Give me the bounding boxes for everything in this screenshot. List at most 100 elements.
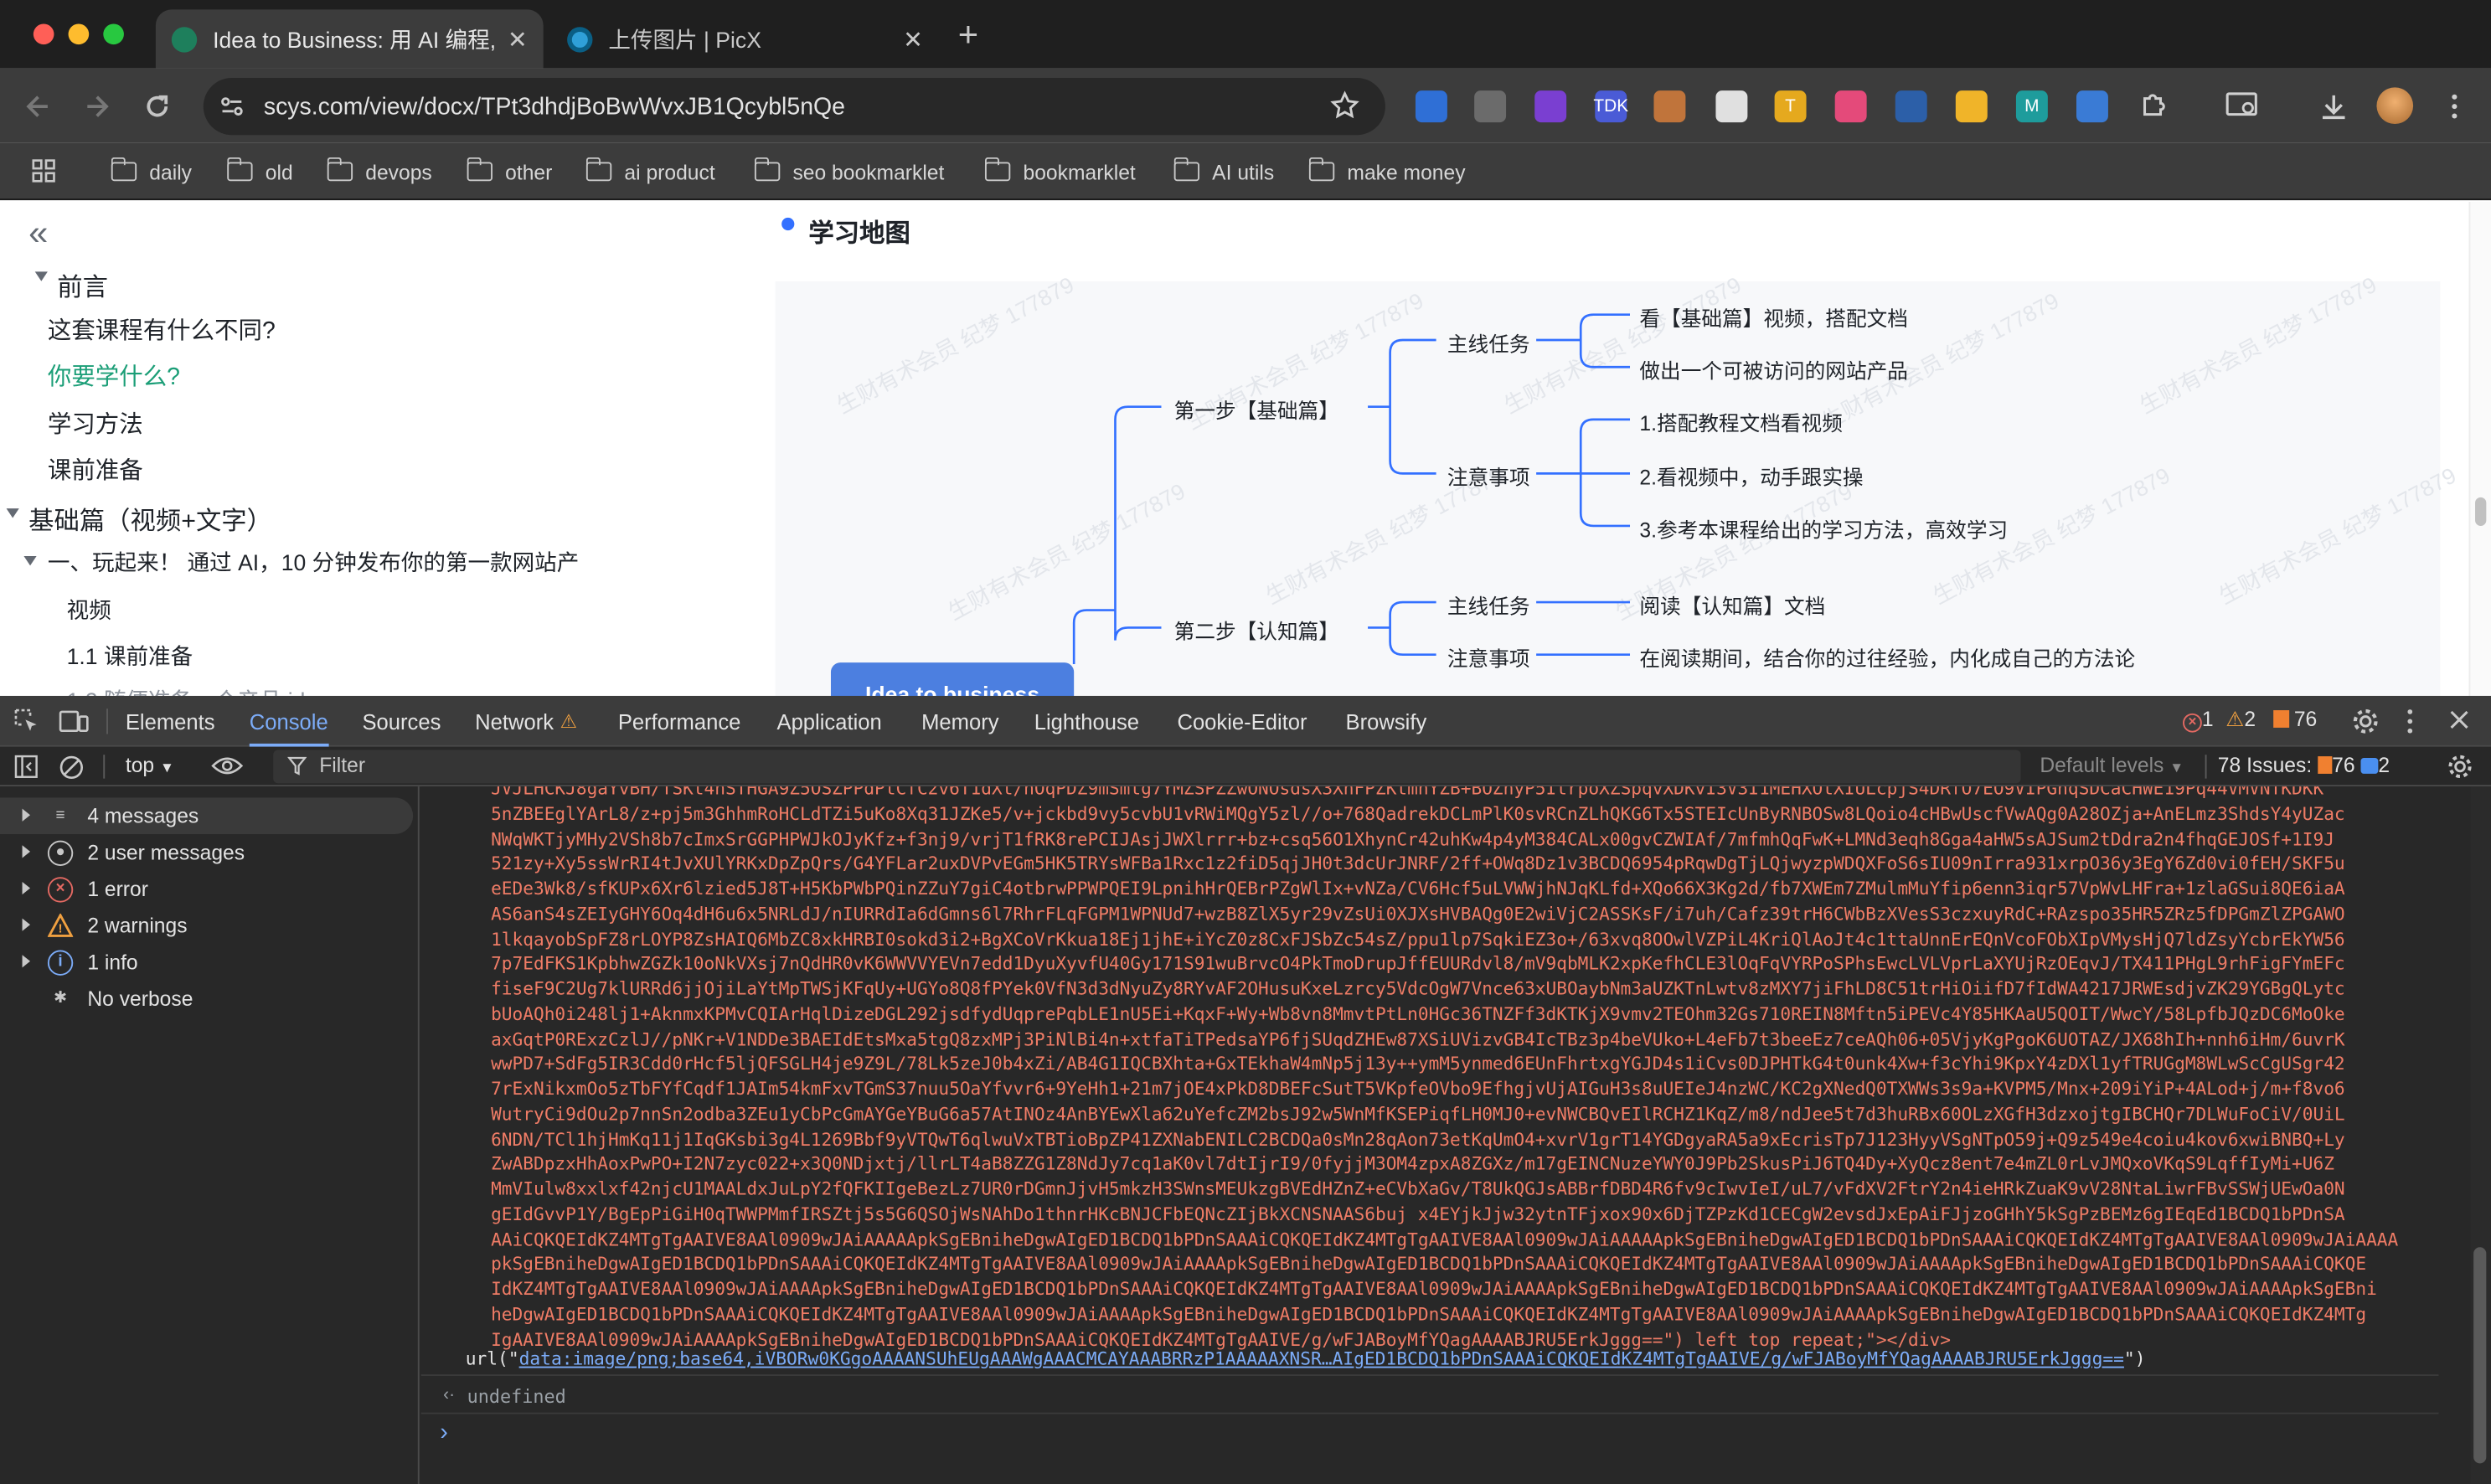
expand-caret-icon[interactable] [22, 808, 31, 822]
bookmark-folder-bookmarklet[interactable]: bookmarklet [984, 143, 1136, 200]
bookmark-folder-ai-utils[interactable]: AI utils [1173, 143, 1274, 200]
devtools-tab-lighthouse[interactable]: Lighthouse [1034, 696, 1139, 747]
devtools-tab-application[interactable]: Application [776, 696, 881, 747]
data-url-link[interactable]: data:image/png;base64,iVBORw0KGgoAAAANSU… [519, 1349, 2124, 1370]
sidebar-filter-error[interactable]: × 1 error [0, 871, 416, 908]
gem-icon[interactable] [1415, 90, 1447, 123]
issues-button[interactable]: 78 Issues: 76 2 [2218, 753, 2390, 776]
sidebar-filter-user[interactable]: ● 2 user messages [0, 834, 416, 871]
apps-grid-icon[interactable] [32, 159, 55, 188]
expand-caret-icon[interactable] [22, 881, 31, 895]
tab-idea-to-business[interactable]: Idea to Business: 用 AI 编程, ✕ [155, 9, 544, 69]
address-bar[interactable]: scys.com/view/docx/TPt3dhdjBoBwWvxJB1Qcy… [203, 77, 1385, 136]
devtools-tab-console[interactable]: Console [249, 696, 328, 747]
error-count: 1 [2201, 707, 2214, 731]
warning-counter[interactable]: ⚠2 [2225, 707, 2256, 732]
log-scrollbar[interactable] [2470, 786, 2491, 1484]
caret-down-icon[interactable] [6, 508, 19, 518]
site-info-icon[interactable] [219, 94, 245, 119]
live-expression-eye-icon[interactable] [211, 753, 244, 783]
toc-item[interactable]: 前言 [57, 265, 108, 304]
folder-icon [585, 157, 612, 182]
toc-item[interactable]: 1.1 课前准备 [67, 641, 193, 672]
tab-picx[interactable]: 上传图片 | PicX ✕ [551, 9, 939, 68]
tdk-icon[interactable]: TDK [1593, 90, 1628, 123]
collapse-sidebar-button[interactable]: « [28, 213, 48, 254]
toc-item[interactable]: 1.2 随便准备一个产品 idea [67, 685, 330, 695]
toc-item-active[interactable]: 你要学什么? [48, 359, 180, 393]
forward-button[interactable] [76, 85, 117, 126]
devtools-menu-icon[interactable] [2406, 707, 2415, 744]
bookmark-folder-make-money[interactable]: make money [1307, 143, 1466, 200]
browser-menu-button[interactable] [2434, 85, 2475, 126]
t-icon[interactable]: T [1774, 90, 1807, 123]
bookmark-folder-seo-bookmarklet[interactable]: seo bookmarklet [753, 143, 944, 200]
devtools-tab-cookie-editor[interactable]: Cookie-Editor [1177, 696, 1307, 747]
download-button[interactable] [2313, 85, 2354, 126]
maximize-window-button[interactable] [103, 23, 124, 45]
caret-down-icon[interactable] [34, 271, 48, 281]
page-scrollbar-thumb[interactable] [2475, 497, 2487, 526]
reload-button[interactable] [137, 85, 178, 126]
sidebar-filter-info[interactable]: i 1 info [0, 944, 416, 981]
back-button[interactable] [18, 85, 59, 126]
profile-avatar[interactable] [2376, 87, 2414, 124]
bookmark-folder-daily[interactable]: daily [110, 143, 192, 200]
bookmark-folder-ai-product[interactable]: ai product [585, 143, 715, 200]
toc-item[interactable]: 一、玩起来！ 通过 AI，10 分钟发布你的第一款网站产 [48, 547, 579, 579]
extensions-puzzle-icon[interactable] [2138, 89, 2170, 128]
new-tab-button[interactable]: + [958, 14, 978, 55]
puzzle-badge-icon[interactable] [1534, 90, 1567, 123]
devtools-tab-performance[interactable]: Performance [618, 696, 741, 747]
log-scrollbar-thumb[interactable] [2473, 1247, 2487, 1464]
toc-item[interactable]: 视频 [67, 595, 111, 626]
devtools-tab-elements[interactable]: Elements [126, 696, 215, 747]
bookmark-folder-devops[interactable]: devops [326, 143, 432, 200]
devtools-settings-icon[interactable] [2351, 707, 2380, 744]
sidebar-filter-warning[interactable]: ! 2 warnings [0, 907, 416, 944]
document-icon[interactable] [1474, 90, 1507, 123]
devtools-tab-memory[interactable]: Memory [921, 696, 998, 747]
toc-item[interactable]: 这套课程有什么不同? [48, 313, 276, 347]
toc-item[interactable]: 学习方法 [48, 407, 143, 441]
cookie-icon[interactable] [1653, 90, 1686, 123]
close-tab-icon[interactable]: ✕ [903, 24, 923, 53]
devtools-tab-sources[interactable]: Sources [362, 696, 441, 747]
bookmark-folder-other[interactable]: other [466, 143, 552, 200]
close-devtools-icon[interactable] [2448, 709, 2471, 739]
toc-item[interactable]: 基础篇（视频+文字） [28, 499, 272, 538]
sidebar-filter-list[interactable]: ≡ 4 messages [0, 797, 416, 834]
translate-icon[interactable] [1834, 90, 1867, 123]
inspect-element-icon[interactable] [13, 707, 41, 744]
crop-icon[interactable] [1895, 90, 1927, 123]
log-levels-dropdown[interactable]: Default levels ▼ [2040, 753, 2184, 776]
device-toolbar-icon[interactable] [59, 707, 90, 744]
bookmark-folder-old[interactable]: old [226, 143, 293, 200]
console-settings-icon[interactable] [2447, 753, 2473, 785]
minimize-window-button[interactable] [68, 23, 90, 45]
context-selector[interactable]: top ▼ [126, 753, 174, 776]
expand-caret-icon[interactable] [22, 845, 31, 858]
error-counter[interactable]: × 1 [2183, 707, 2214, 733]
clear-console-icon[interactable] [59, 755, 84, 785]
caret-down-icon[interactable] [23, 556, 37, 566]
toc-item[interactable]: 课前准备 [48, 453, 143, 487]
side-panel-icon[interactable] [2224, 89, 2259, 128]
shield-icon[interactable] [2076, 90, 2108, 123]
sidebar-filter-bug[interactable]: ✱ No verbose [0, 981, 416, 1018]
close-tab-icon[interactable]: ✕ [508, 24, 528, 53]
issue-counter[interactable]: 76 [2273, 707, 2317, 731]
devtools-tab-browsify[interactable]: Browsify [1346, 696, 1427, 747]
recorder-icon[interactable] [1715, 90, 1748, 123]
console-input[interactable] [466, 1417, 2436, 1452]
expand-caret-icon[interactable] [22, 955, 31, 968]
color-ball-icon[interactable] [1955, 90, 1988, 123]
devtools-tab-network[interactable]: Network ⚠ [475, 696, 577, 747]
page-scrollbar[interactable] [2468, 201, 2491, 696]
filter-input[interactable]: Filter [273, 750, 2021, 784]
m-icon[interactable]: M [2015, 90, 2048, 123]
sidebar-toggle-icon[interactable] [14, 755, 38, 783]
close-window-button[interactable] [33, 23, 54, 45]
expand-caret-icon[interactable] [22, 918, 31, 931]
bookmark-star-icon[interactable] [1330, 90, 1360, 127]
